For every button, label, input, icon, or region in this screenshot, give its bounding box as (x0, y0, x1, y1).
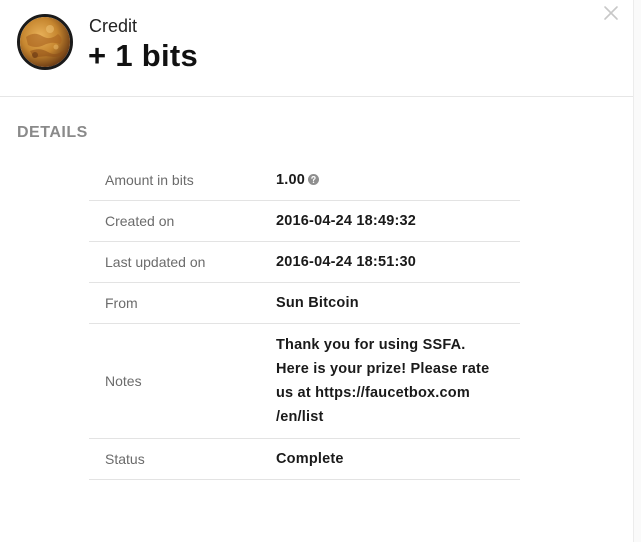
amount-value: 1.00 (276, 171, 306, 188)
detail-label: Amount in bits (105, 172, 194, 188)
detail-row-status: Status Complete (89, 439, 520, 480)
detail-label: Notes (105, 373, 142, 389)
transaction-detail-modal: Credit + 1 bits DETAILS Amount in bits 1… (0, 0, 641, 542)
detail-value: Sun Bitcoin (276, 295, 359, 311)
notes-line: Thank you for using SSFA. (276, 337, 466, 353)
status-value: Complete (276, 451, 344, 467)
planet-avatar-icon (17, 14, 73, 70)
detail-row-created: Created on 2016-04-24 18:49:32 (89, 201, 520, 242)
detail-row-notes: Notes Thank you for using SSFA. Here is … (89, 324, 520, 439)
detail-label: Last updated on (105, 254, 206, 270)
details-heading: DETAILS (17, 124, 88, 141)
notes-line: Here is your prize! Please rate (276, 361, 490, 377)
detail-row-amount: Amount in bits 1.00 (89, 160, 520, 201)
transaction-type: Credit (89, 16, 138, 36)
detail-value: Thank you for using SSFA. Here is your p… (276, 324, 520, 438)
detail-value: 2016-04-24 18:49:32 (276, 213, 417, 229)
transaction-amount: + 1 bits (88, 38, 199, 73)
detail-row-from: From Sun Bitcoin (89, 283, 520, 324)
help-icon[interactable] (308, 169, 320, 193)
detail-label: Status (105, 451, 145, 467)
detail-value: 2016-04-24 18:51:30 (276, 254, 417, 270)
notes-line: /en/list (276, 409, 324, 425)
detail-label: From (105, 295, 138, 311)
detail-row-updated: Last updated on 2016-04-24 18:51:30 (89, 242, 520, 283)
detail-value: 1.00 (276, 168, 520, 193)
transaction-header: Credit + 1 bits (0, 0, 633, 97)
scrollbar[interactable] (633, 0, 641, 542)
close-icon[interactable] (601, 3, 621, 23)
detail-label: Created on (105, 213, 175, 229)
notes-line: us at https://faucetbox.com (276, 385, 470, 401)
details-table: Amount in bits 1.00 Created on 2016-04-2… (89, 160, 520, 480)
